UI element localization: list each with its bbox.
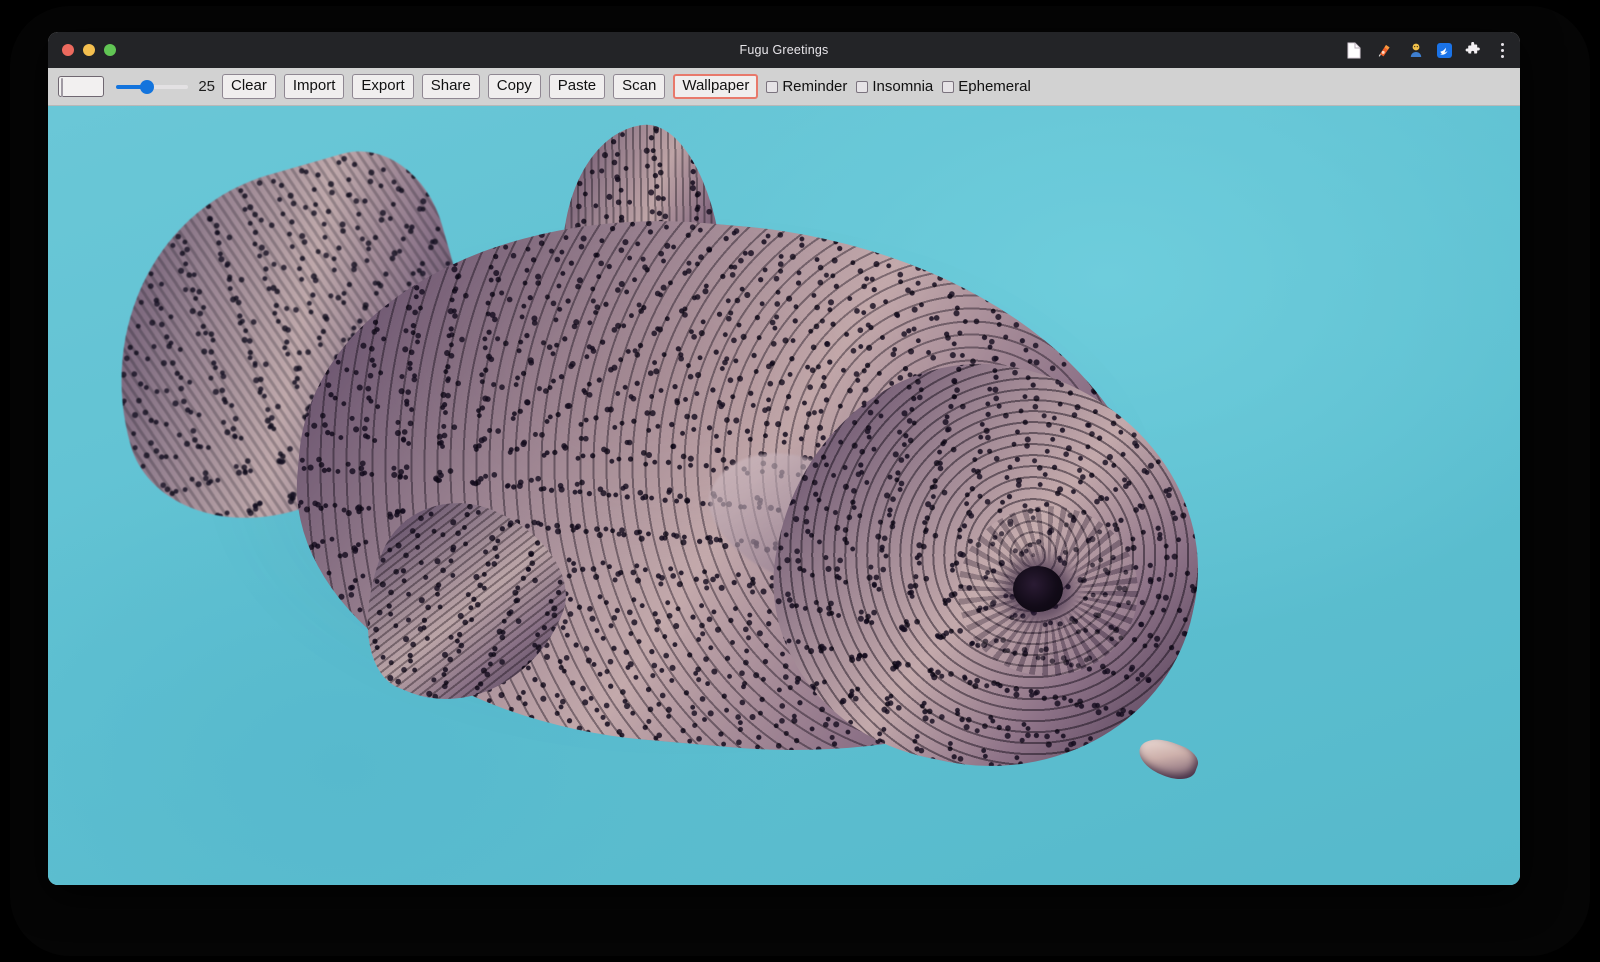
share-button[interactable]: Share [422, 74, 480, 99]
reminder-checkbox-box[interactable] [766, 81, 778, 93]
slider-thumb[interactable] [140, 80, 154, 94]
ephemeral-checkbox-box[interactable] [942, 81, 954, 93]
reminder-checkbox-label: Reminder [782, 78, 847, 95]
fish-eye [1013, 566, 1063, 612]
app-window: Fugu Greetings [48, 32, 1520, 885]
clear-button[interactable]: Clear [222, 74, 276, 99]
color-picker-input[interactable] [58, 76, 104, 97]
line-width-slider[interactable] [116, 78, 188, 96]
extensions-puzzle-icon[interactable] [1463, 40, 1483, 60]
window-title: Fugu Greetings [48, 43, 1520, 57]
title-bar-icon-group [1344, 32, 1510, 68]
minimize-window-button[interactable] [83, 44, 95, 56]
reminder-checkbox[interactable]: Reminder [766, 78, 847, 95]
document-icon[interactable] [1344, 40, 1364, 60]
title-bar: Fugu Greetings [48, 32, 1520, 68]
profile-avatar-icon[interactable] [1406, 40, 1426, 60]
import-button[interactable]: Import [284, 74, 345, 99]
ephemeral-checkbox-label: Ephemeral [958, 78, 1031, 95]
paste-button[interactable]: Paste [549, 74, 605, 99]
close-window-button[interactable] [62, 44, 74, 56]
overflow-menu-icon[interactable] [1494, 40, 1510, 60]
bookmark-icon[interactable] [1375, 40, 1395, 60]
ephemeral-checkbox[interactable]: Ephemeral [942, 78, 1031, 95]
traffic-light-controls [48, 44, 116, 56]
maximize-window-button[interactable] [104, 44, 116, 56]
drawing-canvas[interactable] [48, 106, 1520, 885]
toolbar: 25 Clear Import Export Share Copy Paste … [48, 68, 1520, 106]
wallpaper-button[interactable]: Wallpaper [673, 74, 758, 99]
insomnia-checkbox-box[interactable] [856, 81, 868, 93]
fish-mouth [1134, 733, 1202, 785]
slider-value-label: 25 [195, 78, 215, 95]
insomnia-checkbox-label: Insomnia [872, 78, 933, 95]
screen: Fugu Greetings [0, 0, 1600, 962]
app-badge-icon[interactable] [1437, 43, 1452, 58]
insomnia-checkbox[interactable]: Insomnia [856, 78, 933, 95]
pufferfish-image [88, 106, 1208, 796]
copy-button[interactable]: Copy [488, 74, 541, 99]
color-swatch-preview [61, 78, 63, 97]
export-button[interactable]: Export [352, 74, 413, 99]
scan-button[interactable]: Scan [613, 74, 665, 99]
